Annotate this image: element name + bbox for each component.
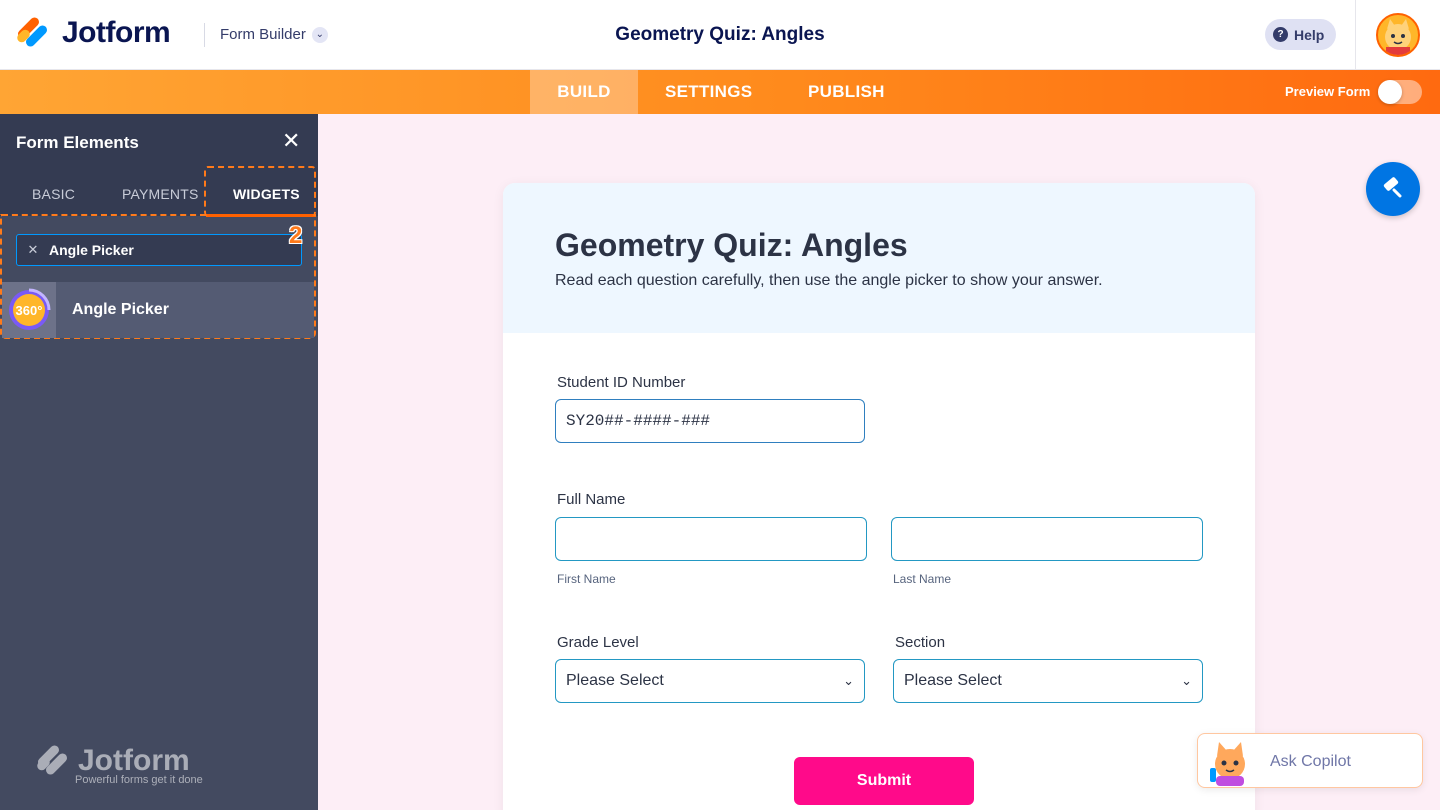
paint-roller-icon [1383,177,1402,198]
tab-settings[interactable]: SETTINGS [665,70,752,114]
student-id-input[interactable] [555,399,865,443]
user-avatar[interactable] [1376,13,1420,57]
avatar-divider [1355,0,1356,70]
first-name-sublabel: First Name [557,572,616,586]
last-name-sublabel: Last Name [893,572,952,586]
page-title[interactable]: Geometry Quiz: Angles [615,24,824,45]
toggle-knob [1378,80,1402,104]
widget-result-label: Angle Picker [72,301,169,318]
grade-level-value: Please Select [566,672,664,689]
form-builder-label: Form Builder [220,26,306,43]
tab-basic[interactable]: BASIC [32,186,75,202]
cat-avatar-icon [1385,19,1411,55]
panel-header: Form Elements ✕ [0,114,318,170]
form-elements-panel: Form Elements ✕ BASIC PAYMENTS WIDGETS ✕… [0,114,318,810]
widget-search-box: ✕ [16,234,302,266]
360-icon: 360° [2,282,56,338]
footer-brand: Jotform [78,744,190,777]
grade-level-label[interactable]: Grade Level [557,634,639,651]
panel-title: Form Elements [16,133,139,152]
grade-level-select[interactable]: Please Select ⌄ [555,659,865,703]
jotform-logo-icon [15,15,50,49]
student-id-label[interactable]: Student ID Number [557,374,685,391]
360-icon-text: 360° [16,303,43,318]
builder-nav: BUILD SETTINGS PUBLISH Preview Form [0,70,1440,114]
widget-search-input[interactable] [49,242,301,258]
tab-build[interactable]: BUILD [530,70,638,114]
form-card: Geometry Quiz: Angles Read each question… [503,183,1255,810]
form-title[interactable]: Geometry Quiz: Angles [555,227,908,264]
question-icon: ? [1273,27,1288,42]
tab-payments[interactable]: PAYMENTS [122,186,199,202]
tab-publish[interactable]: PUBLISH [808,70,885,114]
copilot-cat-icon [1210,742,1245,786]
close-icon[interactable]: ✕ [282,130,300,152]
preview-form-toggle[interactable] [1378,80,1422,104]
full-name-label[interactable]: Full Name [557,491,625,508]
jotform-footer-logo-icon [35,743,70,777]
form-designer-button[interactable] [1366,162,1420,216]
chevron-down-icon: ⌄ [1181,673,1192,688]
submit-button[interactable]: Submit [794,757,974,805]
sidebar-footer-logo: Jotform Powerful forms get it done [35,743,203,786]
form-header: Geometry Quiz: Angles Read each question… [503,183,1255,333]
jotform-logo[interactable]: Jotform [15,15,171,50]
first-name-input[interactable] [555,517,867,561]
chevron-down-icon: ⌄ [843,673,854,688]
step-number-badge: 2 [289,222,303,249]
section-value: Please Select [904,672,1002,689]
preview-form-label: Preview Form [1285,84,1371,99]
clear-search-icon[interactable]: ✕ [17,242,49,258]
section-label[interactable]: Section [895,634,945,651]
form-builder-dropdown[interactable]: Form Builder ⌄ [220,26,328,43]
ask-copilot-button[interactable]: Ask Copilot [1197,733,1423,788]
header-divider [204,23,205,47]
widget-result-angle-picker[interactable]: 360° Angle Picker [2,282,314,338]
ask-copilot-label: Ask Copilot [1270,753,1351,770]
page-title-wrap: Geometry Quiz: Angles [0,24,1440,46]
brand-name: Jotform [62,16,171,49]
last-name-input[interactable] [891,517,1203,561]
form-subtitle[interactable]: Read each question carefully, then use t… [555,272,1103,290]
section-select[interactable]: Please Select ⌄ [893,659,1203,703]
top-header: Jotform Form Builder ⌄ Geometry Quiz: An… [0,0,1440,70]
highlight-outline-tab [204,166,316,216]
help-button[interactable]: ? Help [1265,19,1337,50]
footer-tagline: Powerful forms get it done [75,774,203,786]
chevron-down-icon: ⌄ [311,26,328,43]
help-label: Help [1294,26,1325,43]
